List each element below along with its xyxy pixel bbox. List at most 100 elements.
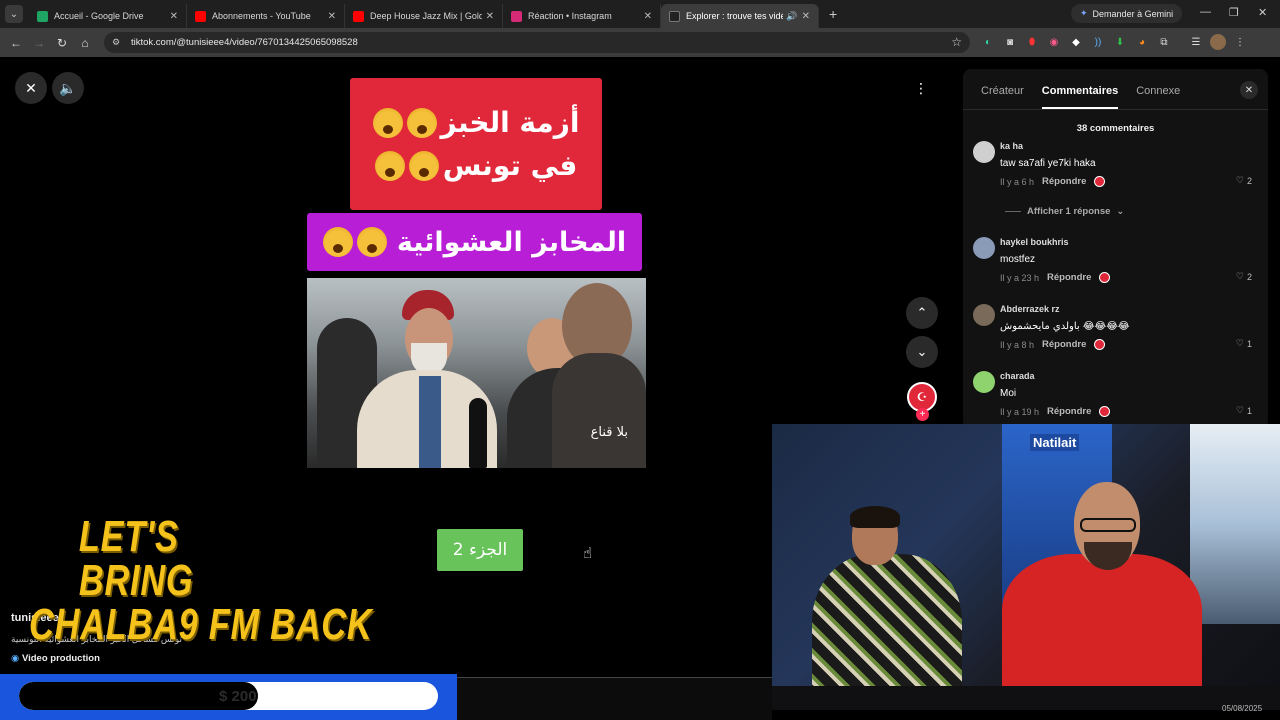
extension-audio-icon[interactable]: )) bbox=[1090, 34, 1106, 50]
reply-button[interactable]: Répondre bbox=[1042, 176, 1086, 187]
address-bar[interactable]: ⚙ tiktok.com/@tunisieee4/video/767013442… bbox=[104, 32, 970, 53]
avatar[interactable] bbox=[973, 141, 995, 163]
mouse-cursor-icon: ☝ bbox=[583, 545, 593, 562]
bookmark-star-icon[interactable]: ☆ bbox=[951, 35, 962, 49]
taskbar-date: 05/08/2025 bbox=[1222, 704, 1263, 713]
speaker-icon[interactable]: 🔊 bbox=[786, 11, 797, 22]
minimize-icon[interactable]: — bbox=[1200, 6, 1211, 18]
close-tab-icon[interactable]: ✕ bbox=[170, 11, 178, 22]
reload-icon[interactable]: ↻ bbox=[55, 36, 69, 50]
home-icon[interactable]: ⌂ bbox=[78, 36, 92, 50]
show-replies-button[interactable]: Afficher 1 réponse ⌄ bbox=[1005, 206, 1124, 217]
reply-button[interactable]: Répondre bbox=[1047, 406, 1091, 417]
player-bottom-strip bbox=[457, 677, 772, 720]
new-tab-button[interactable]: + bbox=[829, 6, 837, 22]
sound-label[interactable]: ◉ Video production bbox=[11, 653, 182, 664]
youtube-icon bbox=[195, 10, 206, 22]
close-panel-icon[interactable]: ✕ bbox=[1240, 81, 1258, 99]
music-disc-icon: ◉ bbox=[11, 653, 20, 664]
maximize-icon[interactable]: ❐ bbox=[1229, 6, 1239, 19]
tab-instagram[interactable]: Réaction • Instagram ✕ bbox=[503, 4, 661, 28]
close-tab-icon[interactable]: ✕ bbox=[802, 11, 810, 22]
extension-green-icon[interactable]: ◐ bbox=[980, 34, 996, 50]
creator-badge-icon bbox=[1094, 176, 1106, 187]
avatar[interactable] bbox=[973, 237, 995, 259]
scream-emoji-icon bbox=[408, 150, 439, 181]
tab-tiktok-explore[interactable]: Explorer : trouve tes vidéos 🔊 ✕ bbox=[661, 4, 819, 28]
extension-red-icon[interactable]: ⬮ bbox=[1024, 34, 1040, 50]
title-banner-red: أزمة الخبز في تونس bbox=[350, 78, 602, 210]
stream-overlay-title: LET'S BRING CHALBA9 FM BACK bbox=[29, 512, 373, 649]
avatar[interactable] bbox=[973, 304, 995, 326]
back-arrow-icon[interactable]: ← bbox=[9, 36, 23, 50]
creator-badge-icon bbox=[1094, 339, 1106, 350]
scream-emoji-icon bbox=[356, 227, 387, 257]
like-button[interactable]: ♡ 1 bbox=[1236, 405, 1252, 416]
comment-text: باولدي مايحشموش 😂😂😂😂 bbox=[1000, 321, 1130, 332]
extension-pink-icon[interactable]: ◉ bbox=[1046, 34, 1062, 50]
comment-user[interactable]: charada bbox=[1000, 371, 1035, 381]
close-tab-icon[interactable]: ✕ bbox=[328, 11, 336, 22]
like-button[interactable]: ♡ 1 bbox=[1236, 338, 1252, 349]
reply-button[interactable]: Répondre bbox=[1042, 339, 1086, 350]
part-label: الجزء 2 bbox=[437, 529, 523, 571]
reading-list-icon[interactable]: ☰ bbox=[1188, 34, 1204, 50]
tab-google-drive[interactable]: Accueil - Google Drive ✕ bbox=[29, 4, 187, 28]
avatar[interactable] bbox=[973, 371, 995, 393]
next-video-icon[interactable]: ⌄ bbox=[906, 336, 938, 368]
extensions-puzzle-icon[interactable]: ⧉ bbox=[1156, 34, 1172, 50]
comment-user[interactable]: haykel boukhris bbox=[1000, 237, 1069, 247]
comments-panel: Créateur Commentaires Connexe ✕ 38 comme… bbox=[963, 69, 1268, 429]
subtitle-banner-purple: المخابز العشوائية bbox=[307, 213, 642, 271]
volume-icon[interactable]: 🔈 bbox=[52, 72, 84, 104]
heart-icon: ♡ bbox=[1235, 175, 1244, 185]
comment-count: 38 commentaires bbox=[1076, 123, 1155, 134]
comment-text: mostfez bbox=[1000, 254, 1036, 265]
like-button[interactable]: ♡ 2 bbox=[1236, 175, 1252, 186]
reply-button[interactable]: Répondre bbox=[1047, 272, 1091, 283]
heart-icon: ♡ bbox=[1235, 271, 1244, 281]
close-tab-icon[interactable]: ✕ bbox=[644, 11, 652, 22]
webcam-overlay: Natilait bbox=[772, 424, 1280, 710]
scream-emoji-icon bbox=[374, 150, 405, 181]
scream-emoji-icon bbox=[406, 107, 437, 138]
creator-badge-icon bbox=[1099, 272, 1111, 283]
follow-plus-icon[interactable]: + bbox=[916, 408, 929, 421]
profile-avatar[interactable] bbox=[1210, 34, 1226, 50]
comment-text: taw sa7afi ye7ki haka bbox=[1000, 158, 1096, 169]
progress-label: $ 200 bbox=[219, 688, 257, 705]
like-button[interactable]: ♡ 2 bbox=[1236, 271, 1252, 282]
heart-icon: ♡ bbox=[1235, 338, 1244, 348]
extension-diamond-icon[interactable]: ◆ bbox=[1068, 34, 1084, 50]
site-info-icon[interactable]: ⚙ bbox=[112, 37, 124, 49]
extension-download-icon[interactable]: ⬇ bbox=[1112, 34, 1128, 50]
forward-arrow-icon[interactable]: → bbox=[32, 36, 46, 50]
interview-photo: بلا قناع bbox=[307, 278, 646, 468]
tab-creator[interactable]: Créateur bbox=[981, 85, 1024, 109]
progress-track: $ 200 bbox=[19, 682, 438, 710]
browser-menu-icon[interactable]: ⋮ bbox=[1232, 34, 1248, 50]
previous-video-icon[interactable]: ⌃ bbox=[906, 297, 938, 329]
tab-deep-house[interactable]: Deep House Jazz Mix | Golden ✕ bbox=[345, 4, 503, 28]
video-frame[interactable]: أزمة الخبز في تونس المخابز العشوائية بلا… bbox=[300, 75, 652, 605]
gemini-sparkle-icon: ✦ bbox=[1080, 8, 1088, 18]
tab-related[interactable]: Connexe bbox=[1136, 85, 1180, 109]
tab-search-button[interactable]: ⌄ bbox=[5, 5, 23, 23]
tiktok-icon bbox=[669, 10, 680, 22]
scream-emoji-icon bbox=[322, 227, 353, 257]
close-window-icon[interactable]: ✕ bbox=[1258, 6, 1267, 19]
comment-user[interactable]: Abderrazek rz bbox=[1000, 304, 1060, 314]
ask-gemini-button[interactable]: ✦ Demander à Gemini bbox=[1071, 4, 1183, 23]
google-drive-icon bbox=[37, 10, 48, 22]
extension-orange-icon[interactable]: ◕ bbox=[1134, 34, 1150, 50]
tab-comments[interactable]: Commentaires bbox=[1041, 85, 1119, 109]
divider bbox=[963, 109, 1268, 110]
comment-user[interactable]: ka ha bbox=[1000, 141, 1023, 151]
close-tab-icon[interactable]: ✕ bbox=[486, 11, 494, 22]
extensions-bar: ◐ ◙ ⬮ ◉ ◆ )) ⬇ ◕ ⧉ ☰ ⋮ bbox=[980, 34, 1248, 50]
more-options-icon[interactable]: ⋮ bbox=[905, 72, 937, 104]
microphone-icon bbox=[469, 398, 487, 468]
extension-camera-icon[interactable]: ◙ bbox=[1002, 34, 1018, 50]
close-video-icon[interactable]: ✕ bbox=[15, 72, 47, 104]
tab-youtube-subscriptions[interactable]: Abonnements - YouTube ✕ bbox=[187, 4, 345, 28]
